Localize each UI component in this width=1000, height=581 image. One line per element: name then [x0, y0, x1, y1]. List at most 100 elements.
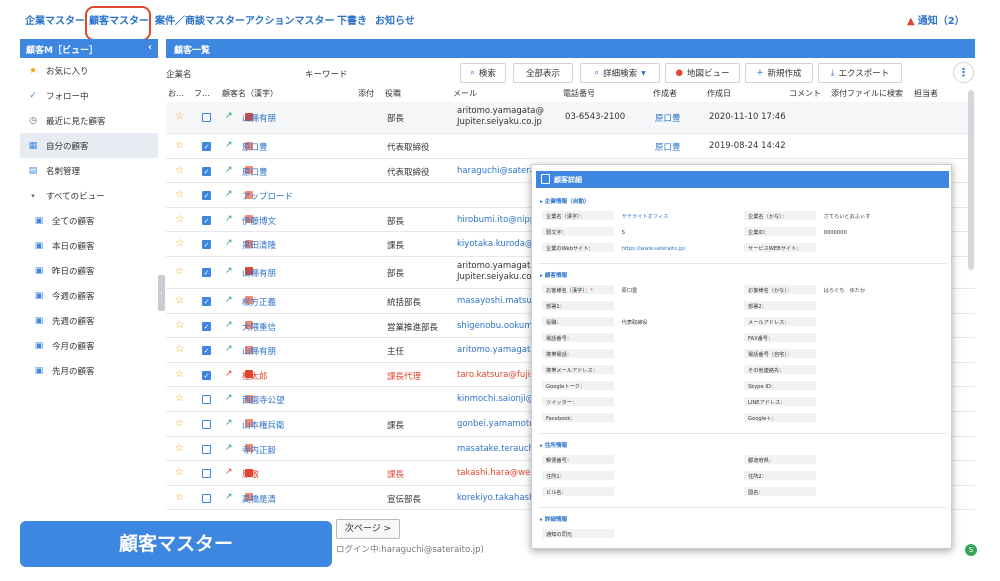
- checkbox[interactable]: ✓: [202, 321, 211, 331]
- edit-icon[interactable]: ↗: [225, 214, 233, 224]
- star-icon[interactable]: ☆: [175, 492, 184, 503]
- tab-company-master[interactable]: 企業マスター: [25, 12, 85, 27]
- map-view-button[interactable]: ● 地図ビュー: [665, 63, 740, 83]
- column-header[interactable]: コメント: [789, 88, 821, 99]
- edit-icon[interactable]: ↗: [225, 344, 233, 354]
- customer-name[interactable]: 桂太郎: [242, 370, 268, 382]
- creator-link[interactable]: 原口豊: [655, 112, 681, 124]
- checkbox[interactable]: ✓: [202, 240, 211, 250]
- checkbox[interactable]: [202, 395, 211, 405]
- column-header[interactable]: 作成者: [653, 88, 677, 99]
- sidebar-item-today[interactable]: ▣ 本日の顧客: [20, 233, 158, 258]
- column-header[interactable]: メール: [453, 88, 477, 99]
- customer-name[interactable]: 山本権兵衛: [242, 419, 285, 431]
- star-icon[interactable]: ☆: [175, 418, 184, 429]
- checkbox[interactable]: ✓: [202, 346, 211, 356]
- sidebar-item-favorites[interactable]: ★ お気に入り: [20, 58, 158, 83]
- checkbox[interactable]: [202, 444, 211, 454]
- sidebar-item-this-week[interactable]: ▣ 今週の顧客: [20, 283, 158, 308]
- checkbox[interactable]: ✓: [202, 370, 211, 380]
- sidebar-item-all-views[interactable]: ▾ すべてのビュー: [20, 183, 158, 208]
- section-customer[interactable]: ▸ 顧客情報: [540, 271, 567, 279]
- star-icon[interactable]: ☆: [175, 344, 184, 355]
- tab-drafts[interactable]: 下書き: [337, 12, 367, 27]
- column-header[interactable]: 添付: [358, 88, 374, 99]
- tab-news[interactable]: お知らせ: [375, 12, 415, 27]
- more-options-icon[interactable]: ⋮: [953, 62, 974, 83]
- checkbox[interactable]: ✓: [202, 215, 211, 225]
- star-icon[interactable]: ☆: [175, 111, 184, 122]
- star-icon[interactable]: ☆: [175, 214, 184, 225]
- star-icon[interactable]: ☆: [175, 140, 184, 151]
- customer-email[interactable]: kinmochi.saionji@: [457, 394, 534, 404]
- edit-icon[interactable]: ↗: [225, 393, 233, 403]
- sidebar-item-last-month[interactable]: ▣ 先月の顧客: [20, 358, 158, 383]
- star-icon[interactable]: ☆: [175, 238, 184, 249]
- customer-name[interactable]: 山縣有朋: [242, 267, 276, 279]
- star-icon[interactable]: ☆: [175, 165, 184, 176]
- customer-email[interactable]: taro.katsura@fujis: [457, 370, 534, 380]
- customer-email[interactable]: masatake.terauch: [457, 444, 534, 454]
- sidebar-item-all-customers[interactable]: ▣ 全ての顧客: [20, 208, 158, 233]
- section-company[interactable]: ▸ 企業情報（自動）: [540, 197, 590, 205]
- star-icon[interactable]: ☆: [175, 443, 184, 454]
- column-header[interactable]: 顧客名（漢字）: [222, 88, 278, 99]
- customer-email[interactable]: haraguchi@satera: [457, 166, 535, 176]
- checkbox[interactable]: ✓: [202, 267, 211, 277]
- sidebar-item-following[interactable]: ✓ フォロー中: [20, 83, 158, 108]
- edit-icon[interactable]: ↗: [225, 111, 233, 121]
- checkbox[interactable]: ✓: [202, 296, 211, 306]
- edit-icon[interactable]: ↗: [225, 140, 233, 150]
- sidebar-item-yesterday[interactable]: ▣ 昨日の顧客: [20, 258, 158, 283]
- sidebar-item-business-cards[interactable]: ▤ 名刺管理: [20, 158, 158, 183]
- show-all-button[interactable]: 全部表示: [513, 63, 573, 83]
- customer-name[interactable]: 高橋是清: [242, 493, 276, 505]
- checkbox[interactable]: ✓: [202, 191, 211, 201]
- customer-name[interactable]: 原口豊: [242, 141, 268, 153]
- column-header[interactable]: 添付ファイルに検索: [831, 88, 903, 99]
- customer-email[interactable]: kiyotaka.kuroda@: [457, 239, 533, 249]
- table-row[interactable]: ☆ ↗ 山縣有朋 部長 aritomo.yamagata@ Jupiter.sei…: [166, 102, 975, 134]
- edit-icon[interactable]: ↗: [225, 443, 233, 453]
- customer-email[interactable]: takashi.hara@web: [457, 468, 536, 478]
- star-icon[interactable]: ☆: [175, 189, 184, 200]
- edit-icon[interactable]: ↗: [225, 266, 233, 276]
- checkbox[interactable]: [202, 113, 211, 122]
- customer-email[interactable]: hirobumi.ito@nipp: [457, 215, 535, 225]
- sidebar-item-recent[interactable]: ◷ 最近に見た顧客: [20, 108, 158, 133]
- edit-icon[interactable]: ↗: [225, 418, 233, 428]
- customer-name[interactable]: 山縣有朋: [242, 345, 276, 357]
- edit-icon[interactable]: ↗: [225, 295, 233, 305]
- customer-name[interactable]: 黒田清隆: [242, 239, 276, 251]
- star-icon[interactable]: ☆: [175, 266, 184, 277]
- customer-email[interactable]: korekiyo.takahash: [457, 493, 534, 503]
- sidebar-resize-handle[interactable]: ‹: [158, 275, 165, 311]
- customer-name[interactable]: 西園寺公望: [242, 394, 285, 406]
- column-header[interactable]: 担当者: [914, 88, 938, 99]
- creator-link[interactable]: 原口豊: [655, 141, 681, 153]
- sidebar-item-last-week[interactable]: ▣ 先週の顧客: [20, 308, 158, 333]
- edit-icon[interactable]: ↗: [225, 165, 233, 175]
- checkbox[interactable]: [202, 469, 211, 479]
- section-address[interactable]: ▸ 住所情報: [540, 441, 567, 449]
- checkbox[interactable]: [202, 493, 211, 503]
- customer-email[interactable]: gonbei.yamamoto: [457, 419, 534, 429]
- star-icon[interactable]: ☆: [175, 295, 184, 306]
- advanced-search-button[interactable]: ⌕ 詳細検索 ▼: [580, 63, 660, 83]
- sidebar-item-this-month[interactable]: ▣ 今月の顧客: [20, 333, 158, 358]
- edit-icon[interactable]: ↗: [225, 238, 233, 248]
- edit-icon[interactable]: ↗: [225, 467, 233, 477]
- checkbox[interactable]: [202, 419, 211, 429]
- vertical-scrollbar[interactable]: [968, 90, 974, 270]
- column-header[interactable]: 役職: [385, 88, 401, 99]
- customer-name[interactable]: 伊藤博文: [242, 215, 276, 227]
- edit-icon[interactable]: ↗: [225, 492, 233, 502]
- column-header[interactable]: フ…: [194, 88, 210, 99]
- customer-name[interactable]: 原口豊: [242, 166, 268, 178]
- tab-deal-master[interactable]: 案件／商談マスター: [155, 12, 245, 27]
- column-header[interactable]: 作成日: [707, 88, 731, 99]
- customer-name[interactable]: アップロード: [242, 190, 293, 202]
- customer-name[interactable]: 大隈重信: [242, 321, 276, 333]
- sidebar-item-my-customers[interactable]: ▦ 自分の顧客: [20, 133, 158, 158]
- tab-action-master[interactable]: アクションマスター: [245, 12, 335, 27]
